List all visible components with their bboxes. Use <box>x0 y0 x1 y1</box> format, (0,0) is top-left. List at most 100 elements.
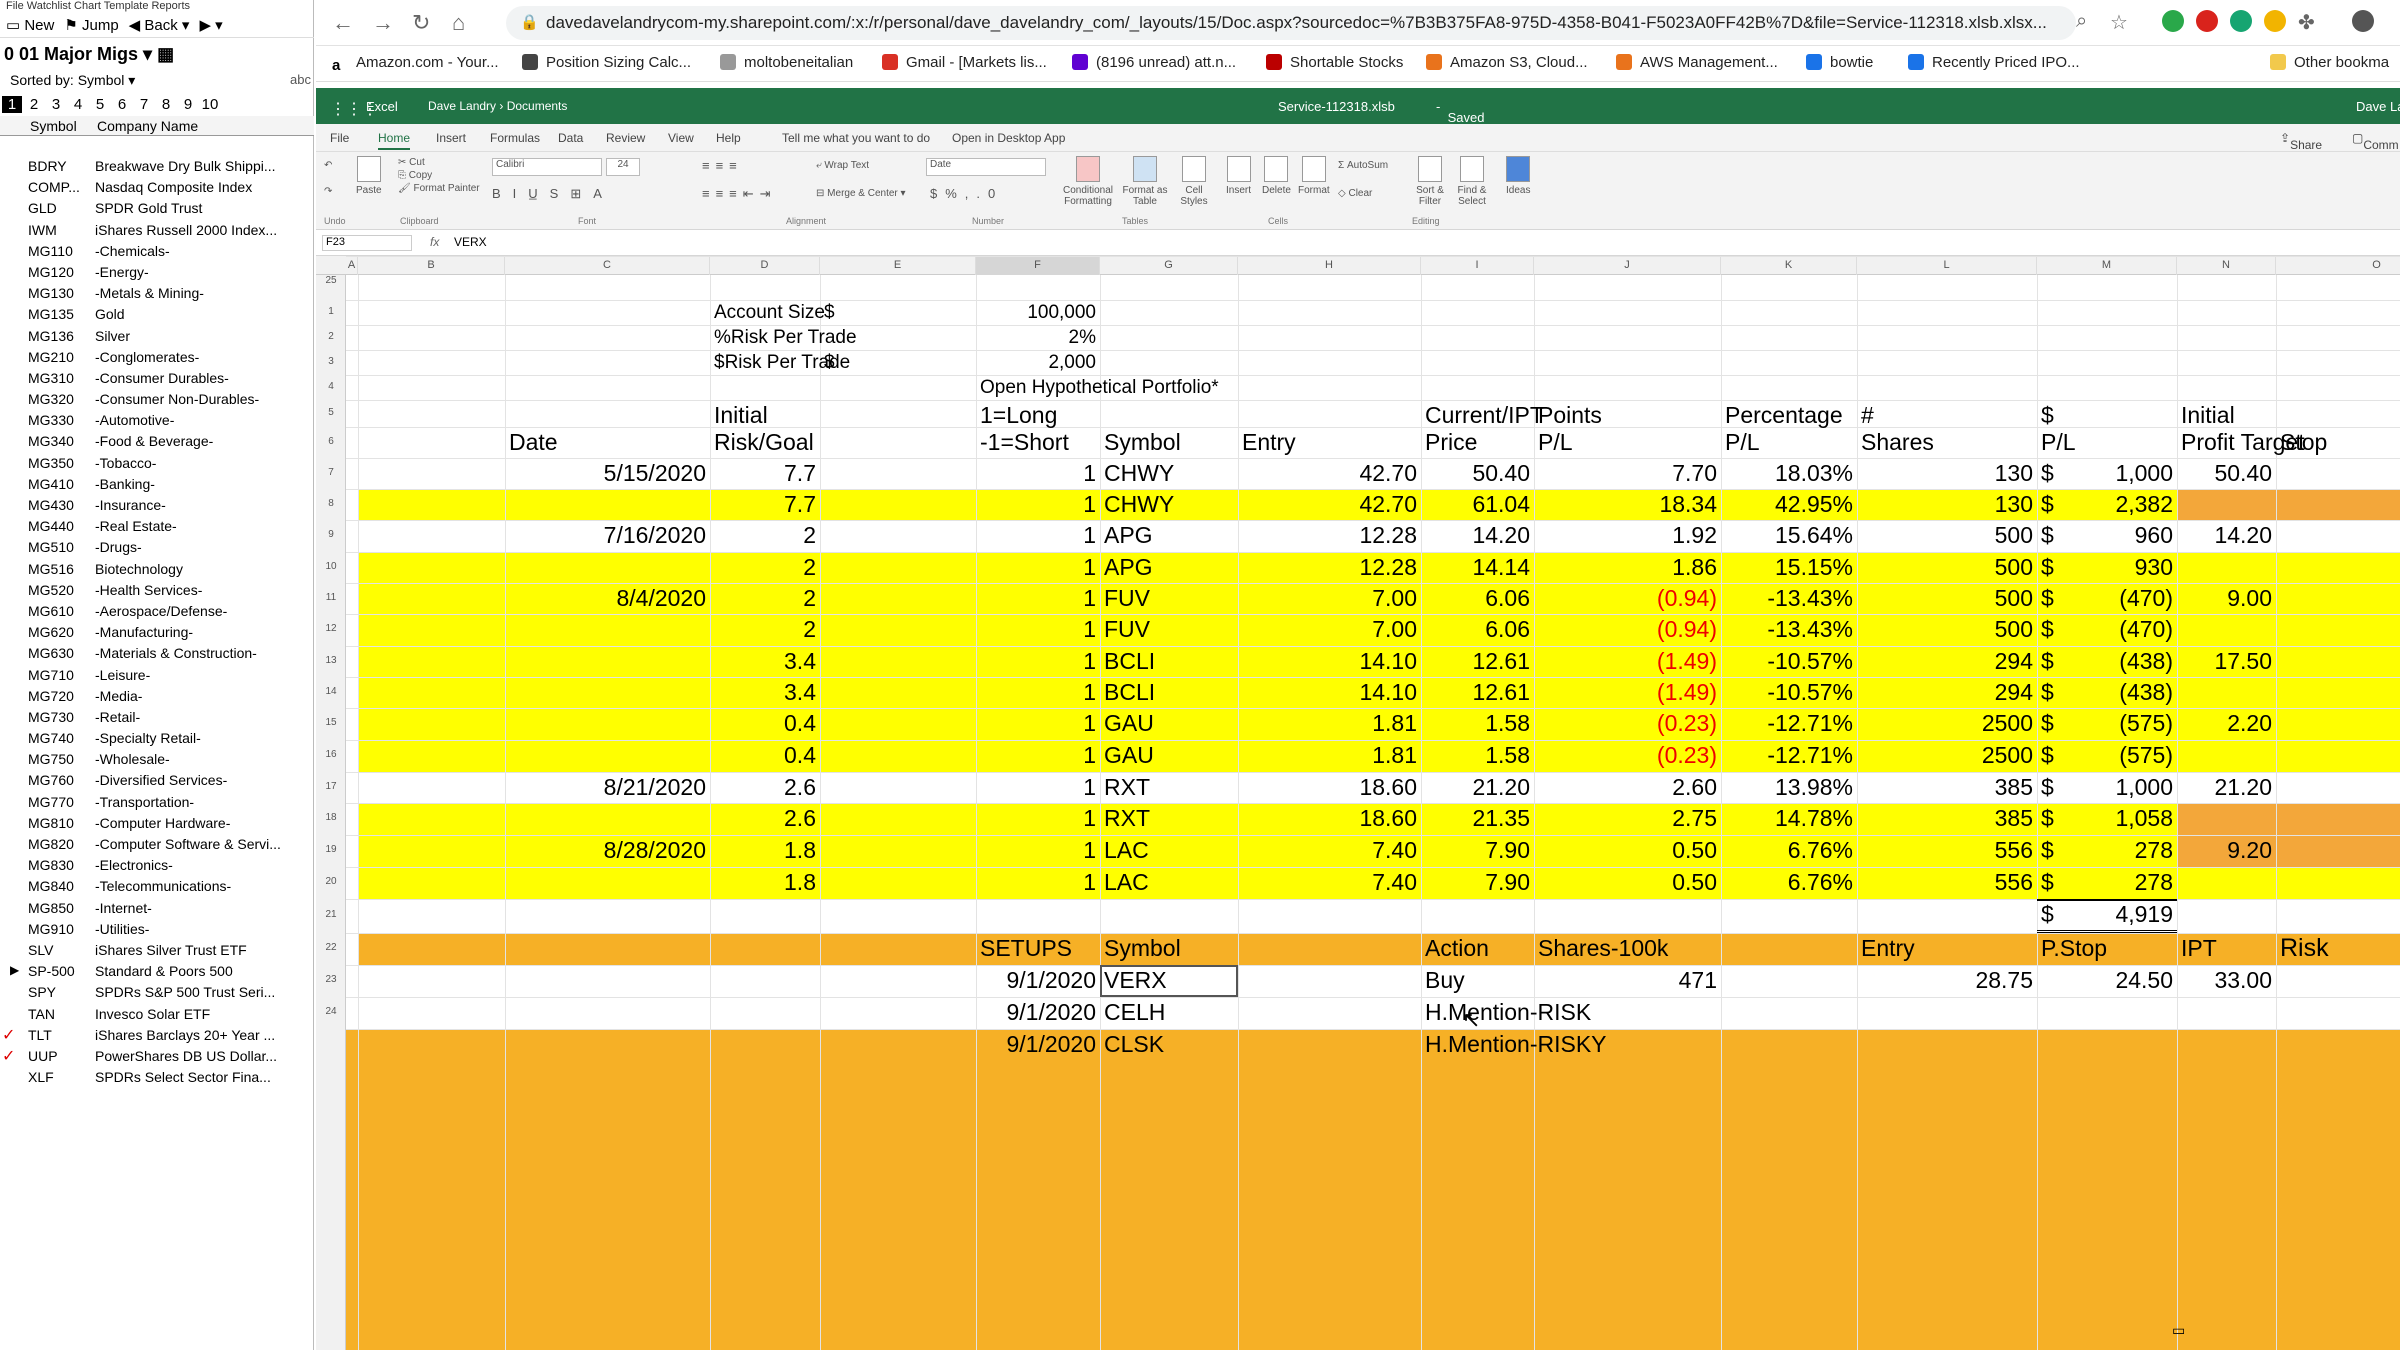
cell-percentage[interactable]: 14.78% <box>1725 803 1853 834</box>
cell-direction[interactable]: 1 <box>980 772 1096 803</box>
forward-arrow-icon[interactable]: → <box>372 10 394 36</box>
cell-entry[interactable]: 1.81 <box>1242 740 1417 771</box>
font-name-select[interactable]: Calibri <box>492 158 602 176</box>
cell-profit-target[interactable]: 9.20 <box>2181 835 2272 866</box>
star-icon[interactable]: ☆ <box>2110 10 2128 35</box>
puzzle-icon[interactable]: ✤ <box>2298 10 2315 35</box>
ideas-button[interactable]: Ideas <box>1506 156 1530 196</box>
cell-percentage[interactable]: 42.95% <box>1725 489 1853 520</box>
merge-center-button[interactable]: ⊟ Merge & Center ▾ <box>816 188 906 199</box>
cell-risk[interactable]: 2.6 <box>714 803 816 834</box>
cell-symbol[interactable]: CHWY <box>1104 489 1174 520</box>
cell-price[interactable]: 1.58 <box>1425 708 1530 739</box>
cell-direction[interactable]: 1 <box>980 489 1096 520</box>
list-item[interactable]: MG130 -Metals & Mining- <box>0 283 314 304</box>
user-name[interactable]: Dave Lan <box>2356 99 2400 114</box>
cell-symbol[interactable]: BCLI <box>1104 646 1155 677</box>
cell-stop[interactable]: 10.70 <box>2280 646 2400 677</box>
back-arrow-icon[interactable]: ← <box>332 10 354 36</box>
cell-entry[interactable]: 12.28 <box>1242 520 1417 551</box>
row-header[interactable]: 23 <box>316 974 346 985</box>
forward-button[interactable]: ▶ ▾ <box>199 16 222 34</box>
bookmark-item[interactable]: a Amazon.com - Your... <box>332 54 499 74</box>
page-tab[interactable]: 6 <box>112 96 132 113</box>
cell-percentage[interactable]: -12.71% <box>1725 740 1853 771</box>
page-tab[interactable]: 4 <box>68 96 88 113</box>
row-header[interactable]: 18 <box>316 812 346 823</box>
cell-shares[interactable]: 2500 <box>1861 740 2033 771</box>
cell-direction[interactable]: 1 <box>980 867 1096 898</box>
share-button[interactable]: ⇪ Share <box>2280 131 2322 152</box>
cell-symbol[interactable]: FUV <box>1104 583 1150 614</box>
cell-shares[interactable]: 385 <box>1861 803 2033 834</box>
sheet-icon[interactable]: ▭ <box>2172 1322 2185 1339</box>
cell-percentage[interactable]: -12.71% <box>1725 708 1853 739</box>
cell-dollar-pl[interactable]: (438) <box>2041 646 2173 677</box>
cell-dollar-pl[interactable]: 1,000 <box>2041 772 2173 803</box>
row-header[interactable]: 6 <box>316 436 346 447</box>
row-header[interactable]: 2 <box>316 331 346 342</box>
format-as-table-button[interactable]: Format as Table <box>1120 156 1170 207</box>
cell-percentage[interactable]: 13.98% <box>1725 772 1853 803</box>
row-header[interactable]: 22 <box>316 942 346 953</box>
list-item[interactable]: MG410 -Banking- <box>0 474 314 495</box>
copy-button[interactable]: ⎘ Copy <box>398 169 480 182</box>
page-tab[interactable]: 9 <box>178 96 198 113</box>
tell-me-search[interactable]: Tell me what you want to do <box>782 131 930 145</box>
cell-direction[interactable]: 1 <box>980 646 1096 677</box>
cell-direction[interactable]: 1 <box>980 583 1096 614</box>
column-header[interactable]: M <box>2037 256 2177 275</box>
cell-entry[interactable]: 12.28 <box>1242 552 1417 583</box>
bookmark-item[interactable]: (8196 unread) att.n... <box>1072 54 1236 71</box>
list-item[interactable]: MG350 -Tobacco- <box>0 453 314 474</box>
bookmark-item[interactable]: Position Sizing Calc... <box>522 54 691 71</box>
cell-dollar-pl[interactable]: 960 <box>2041 520 2173 551</box>
list-item[interactable]: MG440 -Real Estate- <box>0 516 314 537</box>
font-format-buttons[interactable]: BIU̲S⊞A <box>492 186 614 202</box>
column-header[interactable]: O <box>2276 256 2400 275</box>
cell-dollar-pl[interactable]: (470) <box>2041 583 2173 614</box>
redo-icon[interactable]: ↷ <box>324 186 332 197</box>
setup-action[interactable]: H.Mention-RISK <box>1425 997 1591 1028</box>
list-item[interactable]: MG720 -Media- <box>0 686 314 707</box>
page-tab[interactable]: 8 <box>156 96 176 113</box>
tab-data[interactable]: Data <box>558 131 583 145</box>
row-header[interactable]: 8 <box>316 498 346 509</box>
cell-symbol[interactable]: LAC <box>1104 867 1149 898</box>
cell-direction[interactable]: 1 <box>980 520 1096 551</box>
list-item[interactable]: SPY SPDRs S&P 500 Trust Seri... <box>0 982 314 1003</box>
list-item[interactable]: TAN Invesco Solar ETF <box>0 1004 314 1025</box>
home-icon[interactable]: ⌂ <box>452 10 465 36</box>
list-item[interactable]: GLD SPDR Gold Trust <box>0 198 314 219</box>
delete-cells-button[interactable]: Delete <box>1262 156 1291 196</box>
cell-points[interactable]: 0.50 <box>1538 867 1717 898</box>
column-header[interactable]: I <box>1421 256 1534 275</box>
row-header[interactable]: 21 <box>316 909 346 920</box>
cell-percentage[interactable]: 18.03% <box>1725 458 1853 489</box>
cell-price[interactable]: 14.14 <box>1425 552 1530 583</box>
cell-points[interactable]: 18.34 <box>1538 489 1717 520</box>
cell-stop[interactable]: 18.60 <box>2280 803 2400 834</box>
cell-dollar-pl[interactable]: (470) <box>2041 614 2173 645</box>
setup-symbol[interactable]: CELH <box>1104 997 1165 1028</box>
setup-date[interactable]: 9/1/2020 <box>980 1029 1096 1060</box>
cell-symbol[interactable]: RXT <box>1104 803 1150 834</box>
sort-filter-button[interactable]: Sort & Filter <box>1410 156 1450 207</box>
cell-points[interactable]: (0.23) <box>1538 708 1717 739</box>
cell-symbol[interactable]: FUV <box>1104 614 1150 645</box>
cell-points[interactable]: 2.60 <box>1538 772 1717 803</box>
cell-percentage[interactable]: -13.43% <box>1725 614 1853 645</box>
align-buttons[interactable]: ≡≡≡ <box>702 158 743 173</box>
cell-shares[interactable]: 294 <box>1861 646 2033 677</box>
extension-red-icon[interactable] <box>2196 10 2218 32</box>
format-cells-button[interactable]: Format <box>1298 156 1330 196</box>
cell-dollar-pl[interactable]: 930 <box>2041 552 2173 583</box>
column-header[interactable]: C <box>505 256 710 275</box>
cell-risk[interactable]: 1.8 <box>714 867 816 898</box>
list-item[interactable]: MG340 -Food & Beverage- <box>0 431 314 452</box>
search-icon[interactable]: ⌕ <box>2076 10 2087 33</box>
cell-dollar-pl[interactable]: (575) <box>2041 740 2173 771</box>
row-header[interactable]: 3 <box>316 356 346 367</box>
cell-entry[interactable]: 7.40 <box>1242 867 1417 898</box>
cell-risk[interactable]: 2.6 <box>714 772 816 803</box>
